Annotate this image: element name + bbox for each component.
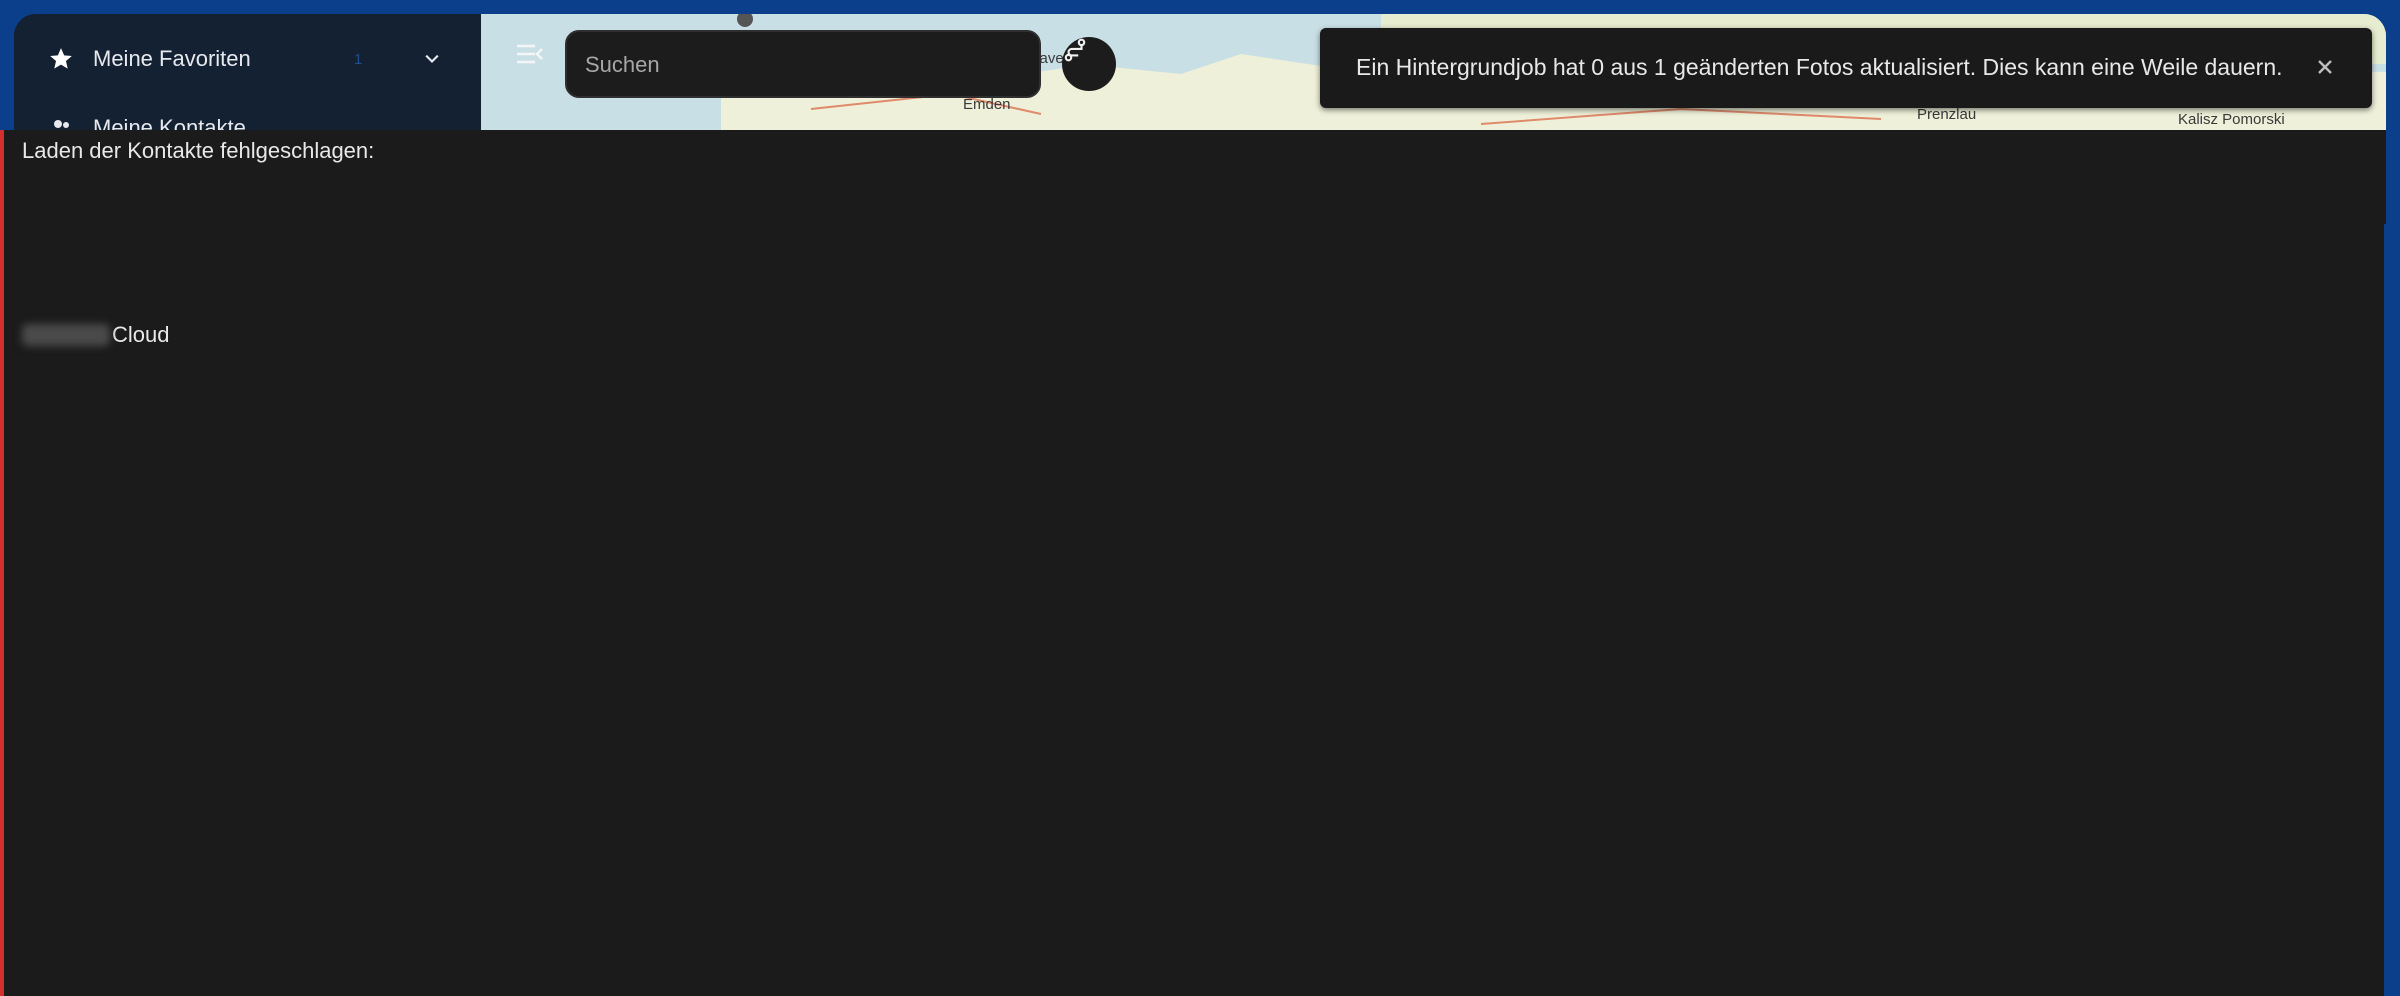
map-label-kalisz: Kalisz Pomorski [2178, 111, 2285, 128]
search-input[interactable] [585, 48, 1015, 82]
error-panel: Laden der Kontakte fehlgeschlagen: Cloud [0, 130, 2386, 996]
right-edge-strip [2384, 224, 2388, 996]
chevron-down-icon[interactable] [420, 47, 444, 71]
sidebar-item-label: Meine Favoriten [93, 46, 251, 71]
close-icon[interactable] [2312, 54, 2338, 80]
sidebar-item-favorites[interactable]: Meine Favoriten 1 [14, 27, 481, 91]
route-icon [1064, 38, 1086, 62]
search-box[interactable] [565, 30, 1041, 98]
notification-toast: Ein Hintergrundjob hat 0 aus 1 geänderte… [1320, 28, 2372, 108]
toast-message: Ein Hintergrundjob hat 0 aus 1 geänderte… [1356, 54, 2283, 80]
error-heading: Laden der Kontakte fehlgeschlagen: [22, 138, 375, 163]
favorites-count-badge: 1 [354, 50, 363, 68]
error-detail: Cloud [22, 322, 169, 348]
star-icon [47, 45, 75, 73]
error-detail-text: Cloud [112, 322, 170, 347]
redacted-name [22, 324, 110, 346]
toggle-sidebar-icon[interactable] [515, 42, 545, 66]
route-button[interactable] [1062, 37, 1116, 91]
map-label-prenzlau: Prenzlau [1917, 106, 1977, 123]
map-label-emden: Emden [963, 96, 1011, 113]
